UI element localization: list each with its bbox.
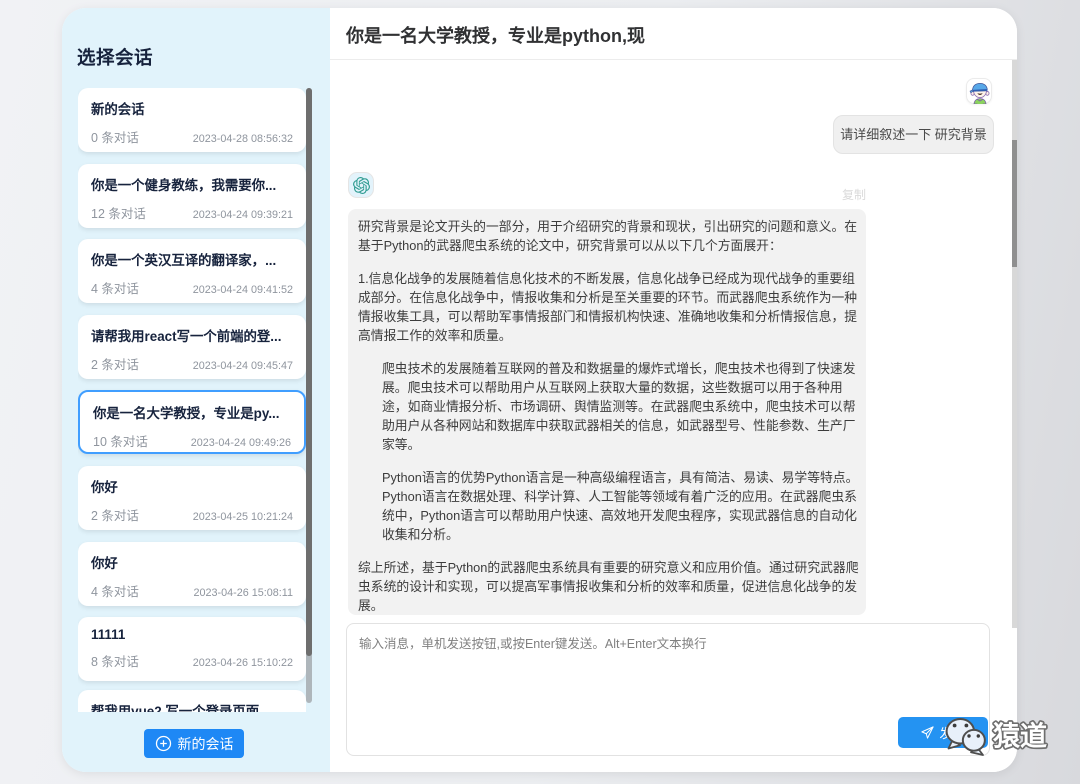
svg-text:猿道: 猿道 [992, 721, 1047, 752]
